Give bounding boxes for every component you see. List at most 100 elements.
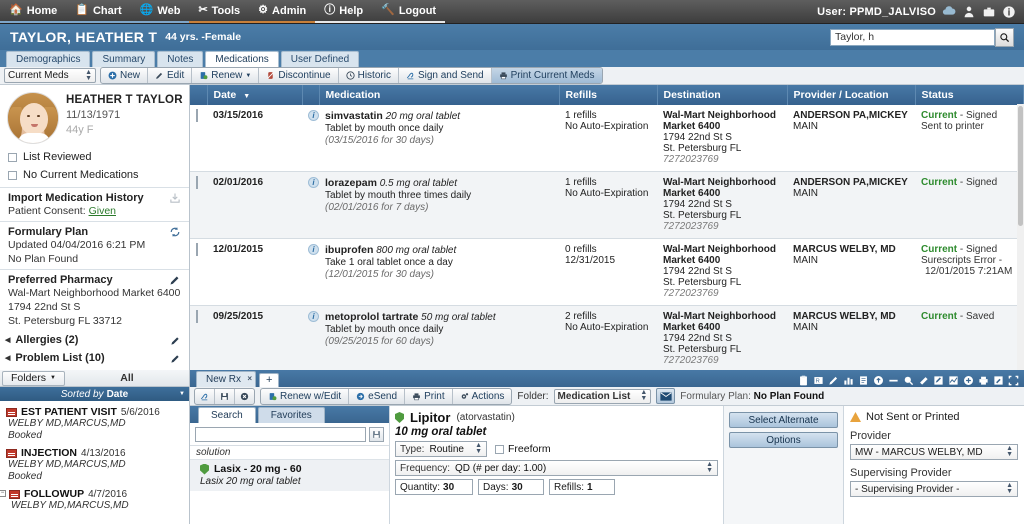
document-icon[interactable] <box>858 375 869 386</box>
provider-select[interactable]: MW - MARCUS WELBY, MD ▲ ▼ <box>850 444 1018 460</box>
search-input[interactable]: Taylor, h <box>830 28 995 46</box>
pencil-icon[interactable] <box>170 335 181 346</box>
rx-sign-button[interactable] <box>195 388 215 404</box>
column-header-refills[interactable]: Refills <box>559 85 658 105</box>
scrollbar-thumb[interactable] <box>1018 106 1023 226</box>
tab-demographics[interactable]: Demographics <box>6 51 91 67</box>
sort-bar[interactable]: Sorted by Date ▼ <box>0 387 189 401</box>
message-button[interactable] <box>656 388 676 404</box>
info-icon[interactable]: i <box>308 244 319 255</box>
folders-all-label[interactable]: All <box>65 372 189 384</box>
info-icon[interactable] <box>1002 5 1016 19</box>
print-button[interactable]: Print <box>405 388 453 404</box>
row-checkbox-cell[interactable] <box>190 171 207 239</box>
info-icon[interactable]: i <box>308 110 319 121</box>
expand-collapse-icon[interactable]: − <box>0 490 6 497</box>
column-header-destination[interactable]: Destination <box>657 85 788 105</box>
row-checkbox-cell[interactable] <box>190 305 207 370</box>
info-icon[interactable]: i <box>308 177 319 188</box>
list-reviewed-checkbox[interactable] <box>8 152 17 162</box>
table-row[interactable]: 09/25/2015 i metoprolol tartrate 50 mg o… <box>190 305 1024 370</box>
print-current-meds-button[interactable]: Print Current Meds <box>491 68 602 83</box>
row-checkbox[interactable] <box>196 109 198 122</box>
tab-summary[interactable]: Summary <box>92 51 156 67</box>
nav-item-tools[interactable]: ✂ Tools <box>189 0 250 23</box>
med-filter-select[interactable]: Current Meds ▲ ▼ <box>4 68 96 83</box>
tab-notes[interactable]: Notes <box>157 51 204 67</box>
refresh-icon[interactable] <box>169 226 181 238</box>
list-item[interactable]: INJECTION 4/13/2016 WELBY MD,MARCUS,MD B… <box>0 445 189 486</box>
clipboard-icon[interactable] <box>798 375 809 386</box>
row-checkbox[interactable] <box>196 310 198 323</box>
list-reviewed-checkbox-row[interactable]: List Reviewed <box>0 148 189 166</box>
vitals-icon[interactable] <box>948 375 959 386</box>
column-header-medication[interactable]: Medication <box>319 85 560 105</box>
upload-person-icon[interactable] <box>962 5 976 19</box>
edit-box-icon[interactable] <box>933 375 944 386</box>
tab-medications[interactable]: Medications <box>205 51 279 67</box>
close-icon[interactable]: × <box>247 373 252 384</box>
minus-icon[interactable] <box>888 375 899 386</box>
new-button[interactable]: New <box>101 68 149 83</box>
sign-doc-icon[interactable] <box>993 375 1004 386</box>
patient-consent-value[interactable]: Given <box>89 205 116 217</box>
historic-button[interactable]: Historic <box>339 68 399 83</box>
pencil-icon[interactable] <box>828 375 839 386</box>
rx-save-button[interactable] <box>215 388 235 404</box>
frequency-select[interactable]: Frequency: QD (# per day: 1.00) ▲ ▼ <box>395 460 718 476</box>
printer-icon[interactable] <box>978 375 989 386</box>
save-search-button[interactable] <box>369 427 384 442</box>
row-checkbox-cell[interactable] <box>190 238 207 306</box>
tab-user-defined[interactable]: User Defined <box>280 51 360 67</box>
import-icon[interactable] <box>169 192 181 204</box>
options-button[interactable]: Options <box>729 432 838 448</box>
pencil-icon[interactable] <box>169 274 181 286</box>
rx-cancel-button[interactable] <box>235 389 254 404</box>
info-icon[interactable]: i <box>308 311 319 322</box>
esend-button[interactable]: eSend <box>349 388 406 404</box>
list-item[interactable]: − FOLLOWUP 4/7/2016 WELBY MD,MARCUS,MD <box>0 486 189 515</box>
pencil-icon[interactable] <box>170 353 181 364</box>
expand-icon[interactable] <box>1008 375 1019 386</box>
discontinue-button[interactable]: Discontinue <box>259 68 339 83</box>
sidebar-item-allergies[interactable]: ◀ Allergies (2) <box>0 328 189 346</box>
table-row[interactable]: 12/01/2015 i ibuprofen 800 mg oral table… <box>190 238 1024 306</box>
sidebar-item-problem-list[interactable]: ◀ Problem List (10) <box>0 346 189 364</box>
search-button[interactable] <box>995 27 1014 47</box>
nav-item-chart[interactable]: 📋 Chart <box>66 0 131 23</box>
briefcase-icon[interactable] <box>982 5 996 19</box>
table-row[interactable]: 02/01/2016 i lorazepam 0.5 mg oral table… <box>190 171 1024 239</box>
chevron-down-icon[interactable]: ▼ <box>179 391 185 397</box>
sign-and-send-button[interactable]: Sign and Send <box>399 68 492 83</box>
nav-item-help[interactable]: ⓘ Help <box>315 0 373 23</box>
no-current-medications-checkbox-row[interactable]: No Current Medications <box>0 166 189 184</box>
row-checkbox[interactable] <box>196 243 198 256</box>
actions-button[interactable]: Actions <box>453 389 512 404</box>
upload-icon[interactable] <box>873 375 884 386</box>
type-select[interactable]: Type: Routine ▲ ▼ <box>395 441 487 457</box>
folders-dropdown-button[interactable]: Folders ▼ <box>2 370 65 386</box>
tab-new-rx[interactable]: New Rx × <box>196 371 257 387</box>
row-checkbox[interactable] <box>196 176 198 189</box>
renew-button[interactable]: Renew ▼ <box>192 68 260 83</box>
rx-note-icon[interactable]: R <box>813 375 824 386</box>
column-header-date[interactable]: Date ▼ <box>207 85 303 105</box>
column-header-provider[interactable]: Provider / Location <box>787 85 916 105</box>
add-circle-icon[interactable] <box>963 375 974 386</box>
freeform-checkbox-row[interactable]: Freeform <box>495 443 551 455</box>
nav-item-home[interactable]: 🏠 Home <box>0 0 67 23</box>
column-header-status[interactable]: Status <box>915 85 1024 105</box>
rx-folder-select[interactable]: Medication List ▲ ▼ <box>553 388 652 404</box>
nav-item-web[interactable]: 🌐 Web <box>130 0 190 23</box>
days-field[interactable]: Days: 30 <box>478 479 544 495</box>
quantity-field[interactable]: Quantity: 30 <box>395 479 473 495</box>
list-item[interactable]: EST PATIENT VISIT 5/6/2016 WELBY MD,MARC… <box>0 404 189 445</box>
no-current-medications-checkbox[interactable] <box>8 170 17 180</box>
cloud-icon[interactable] <box>942 5 956 19</box>
tab-favorites[interactable]: Favorites <box>257 407 325 423</box>
cell-info[interactable]: i <box>302 238 319 306</box>
list-item[interactable]: Lasix - 20 mg - 60 Lasix 20 mg oral tabl… <box>190 459 389 491</box>
nav-item-admin[interactable]: ⚙ Admin <box>249 0 316 23</box>
select-alternate-button[interactable]: Select Alternate <box>729 412 838 428</box>
row-checkbox-cell[interactable] <box>190 105 207 172</box>
